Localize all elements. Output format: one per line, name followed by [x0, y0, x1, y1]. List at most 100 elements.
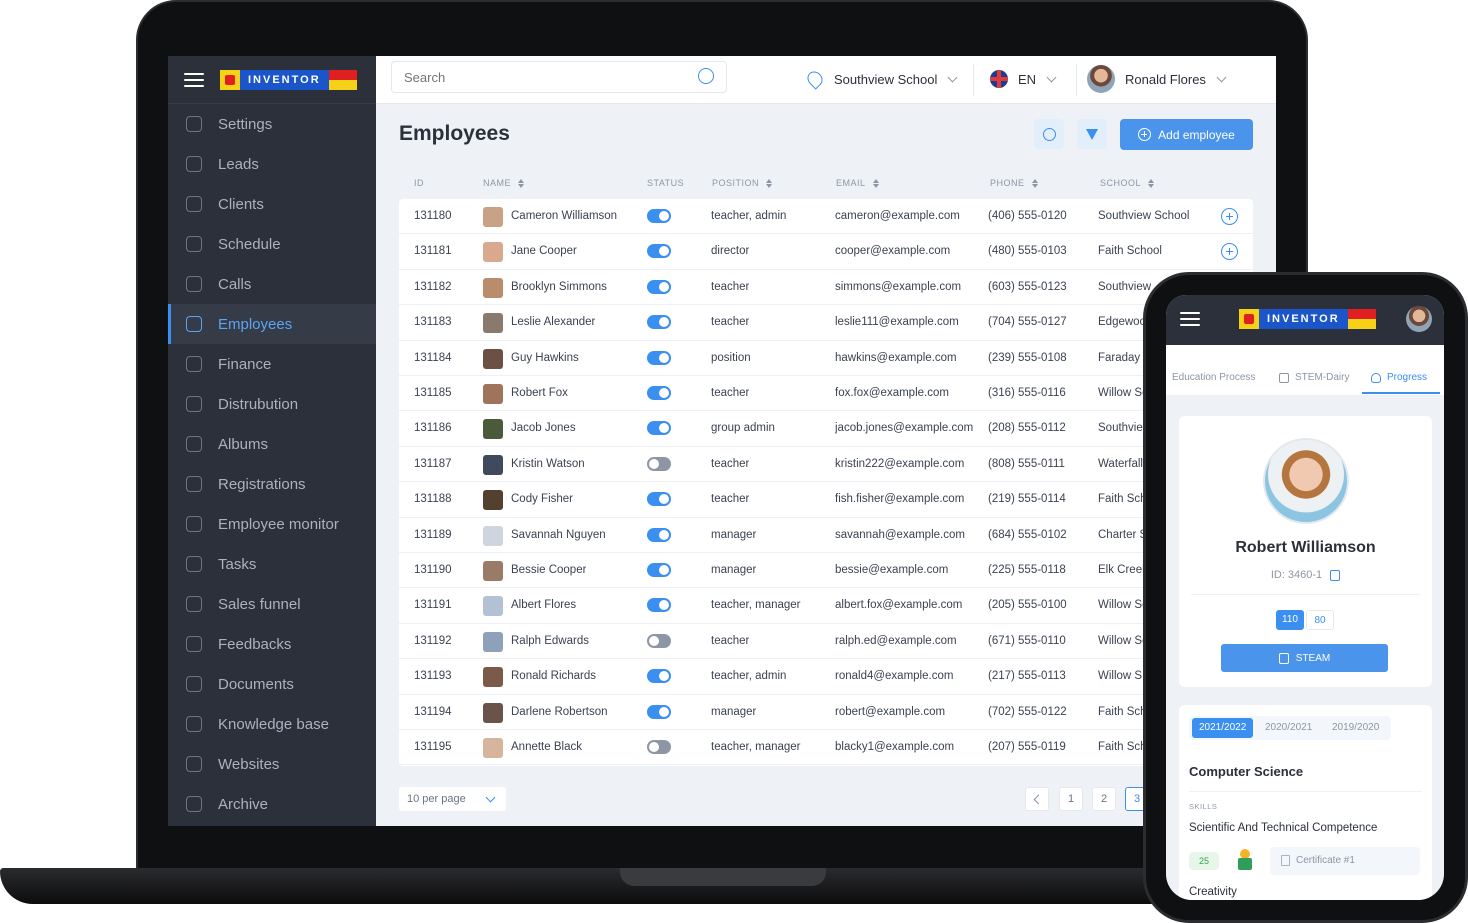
certificate-link[interactable]: Certificate #1 [1270, 847, 1420, 875]
user-avatar[interactable] [1406, 306, 1432, 332]
sidebar-item-knowledge-base[interactable]: Knowledge base [168, 704, 376, 744]
sidebar-item-feedbacks[interactable]: Feedbacks [168, 624, 376, 664]
status-toggle[interactable] [647, 279, 671, 294]
table-row[interactable]: 131189 Savannah Nguyen manager savannah@exa… [399, 518, 1253, 553]
status-toggle[interactable] [647, 456, 671, 471]
logo[interactable]: INVENTOR [220, 69, 357, 90]
column-header-school[interactable]: SCHOOL [1100, 177, 1155, 189]
cell-email[interactable]: robert@example.com [835, 695, 945, 730]
add-circle-icon[interactable] [1221, 243, 1238, 261]
cell-email[interactable]: simmons@example.com [835, 270, 961, 305]
sidebar-item-websites[interactable]: Websites [168, 744, 376, 784]
column-header-phone[interactable]: PHONE [990, 177, 1038, 189]
cell-email[interactable]: ralph.ed@example.com [835, 624, 957, 659]
cell-email[interactable]: cameron@example.com [835, 199, 960, 234]
cell-email[interactable]: leslie111@example.com [835, 305, 959, 340]
status-toggle[interactable] [647, 386, 671, 400]
status-toggle[interactable] [647, 563, 671, 577]
sort-icon[interactable] [766, 178, 773, 188]
sort-icon[interactable] [1148, 178, 1155, 188]
sidebar-item-registrations[interactable]: Registrations [168, 464, 376, 504]
add-circle-icon[interactable] [1221, 208, 1238, 225]
cell-email[interactable]: fox.fox@example.com [835, 376, 949, 411]
table-row[interactable]: 131191 Albert Flores teacher, manager alber… [399, 588, 1253, 624]
column-header-email[interactable]: EMAIL [836, 177, 879, 189]
table-row[interactable]: 131192 Ralph Edwards teacher ralph.ed@examp… [399, 624, 1253, 660]
tab-education-process[interactable]: Education Process [1172, 372, 1255, 383]
sidebar-item-albums[interactable]: Albums [168, 424, 376, 464]
table-row[interactable]: 131184 Guy Hawkins position hawkins@example… [399, 341, 1253, 376]
cell-email[interactable]: albert.fox@example.com [835, 588, 962, 623]
cell-email[interactable]: bessie@example.com [835, 553, 948, 588]
table-row[interactable]: 131195 Annette Black teacher, manager black… [399, 730, 1253, 766]
cell-email[interactable]: cooper@example.com [835, 234, 950, 269]
year-tab-2019-2020[interactable]: 2019/2020 [1325, 718, 1386, 738]
sidebar-item-sales-funnel[interactable]: Sales funnel [168, 584, 376, 624]
sidebar-item-documents[interactable]: Documents [168, 664, 376, 704]
table-row[interactable]: 131185 Robert Fox teacher fox.fox@example.c… [399, 376, 1253, 412]
cell-email[interactable]: blacky1@example.com [835, 730, 954, 765]
copy-icon[interactable] [1330, 569, 1341, 581]
status-toggle[interactable] [647, 669, 671, 684]
steam-button[interactable]: STEAM [1221, 644, 1388, 672]
score-toggle-a[interactable]: 110 [1276, 610, 1304, 630]
table-row[interactable]: 131180 Cameron Williamson teacher, admin ca… [399, 199, 1253, 235]
sidebar-item-tasks[interactable]: Tasks [168, 544, 376, 584]
logo[interactable]: INVENTOR [1239, 309, 1376, 329]
sidebar-item-archive[interactable]: Archive [168, 784, 376, 824]
status-toggle[interactable] [647, 350, 671, 365]
language-select[interactable]: EN [990, 67, 1057, 91]
year-tab-2021-2022[interactable]: 2021/2022 [1192, 718, 1254, 738]
sidebar-item-employees[interactable]: Employees [168, 304, 376, 344]
status-toggle[interactable] [647, 421, 671, 436]
status-toggle[interactable] [647, 315, 671, 330]
status-toggle[interactable] [647, 740, 671, 754]
user-menu[interactable]: Ronald Flores [1087, 62, 1227, 96]
status-toggle[interactable] [647, 244, 671, 259]
tab-stem-dairy[interactable]: STEM-Dairy [1279, 372, 1349, 383]
table-row[interactable]: 131186 Jacob Jones group admin jacob.jones@… [399, 411, 1253, 447]
tab-progress[interactable]: Progress [1371, 372, 1427, 383]
table-row[interactable]: 131193 Ronald Richards teacher, admin ronal… [399, 659, 1253, 695]
year-tab-2020-2021[interactable]: 2020/2021 [1258, 718, 1319, 738]
sidebar-item-finance[interactable]: Finance [168, 344, 376, 384]
status-toggle[interactable] [647, 492, 671, 507]
add-employee-button[interactable]: Add employee [1120, 119, 1253, 150]
per-page-select[interactable]: 10 per page [399, 787, 506, 811]
prev-page-button[interactable] [1025, 787, 1049, 811]
sort-icon[interactable] [518, 178, 525, 188]
search-input[interactable] [391, 61, 727, 93]
score-toggle-b[interactable]: 80 [1306, 610, 1334, 630]
status-toggle[interactable] [647, 209, 671, 223]
column-header-name[interactable]: NAME [483, 177, 525, 189]
filter-button[interactable] [1077, 119, 1107, 149]
status-toggle[interactable] [647, 704, 671, 719]
cell-email[interactable]: jacob.jones@example.com [835, 411, 973, 446]
sidebar-item-employee-monitor[interactable]: Employee monitor [168, 504, 376, 544]
table-row[interactable]: 131181 Jane Cooper director cooper@example.… [399, 234, 1253, 270]
table-row[interactable]: 131182 Brooklyn Simmons teacher simmons@exa… [399, 270, 1253, 306]
sidebar-item-leads[interactable]: Leads [168, 144, 376, 184]
page-button-1[interactable]: 1 [1059, 787, 1083, 811]
table-row[interactable]: 131190 Bessie Cooper manager bessie@example… [399, 553, 1253, 589]
sidebar-item-clients[interactable]: Clients [168, 184, 376, 224]
column-header-position[interactable]: POSITION [712, 177, 773, 189]
sidebar-item-settings[interactable]: Settings [168, 104, 376, 144]
sidebar-item-schedule[interactable]: Schedule [168, 224, 376, 264]
cell-email[interactable]: hawkins@example.com [835, 341, 957, 376]
sidebar-item-calls[interactable]: Calls [168, 264, 376, 304]
status-toggle[interactable] [647, 598, 671, 613]
cell-email[interactable]: savannah@example.com [835, 518, 965, 553]
sidebar-item-distrubution[interactable]: Distrubution [168, 384, 376, 424]
page-button-2[interactable]: 2 [1092, 787, 1116, 811]
table-row[interactable]: 131183 Leslie Alexander teacher leslie111@e… [399, 305, 1253, 341]
cell-email[interactable]: fish.fisher@example.com [835, 482, 964, 517]
menu-icon[interactable] [184, 72, 204, 87]
sort-icon[interactable] [1031, 178, 1038, 188]
sort-icon[interactable] [872, 178, 879, 188]
search-button[interactable] [1034, 119, 1064, 149]
menu-icon[interactable] [1180, 312, 1200, 326]
table-row[interactable]: 131188 Cody Fisher teacher fish.fisher@exam… [399, 482, 1253, 518]
school-select[interactable]: Southview School [804, 67, 958, 91]
table-row[interactable]: 131187 Kristin Watson teacher kristin222@ex… [399, 447, 1253, 483]
